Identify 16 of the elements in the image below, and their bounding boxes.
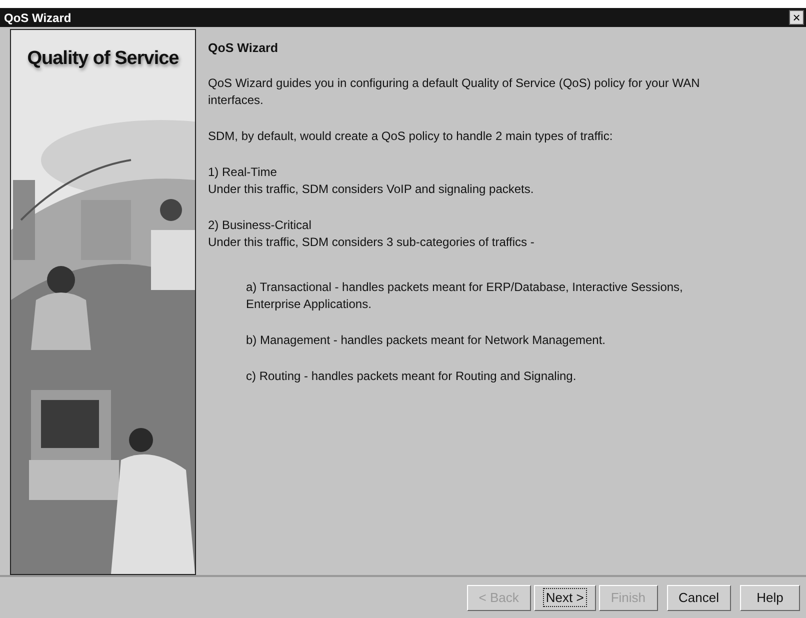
banner-title: Quality of Service bbox=[26, 48, 180, 70]
wizard-button[interactable]: Cancel bbox=[666, 584, 731, 611]
paragraph-text: SDM, by default, would create a QoS policy to handle 2 main types of traffic: bbox=[208, 128, 614, 146]
close-button[interactable]: × bbox=[789, 10, 804, 26]
paragraph-text: a) Transactional - handles packets meant for ERP/Database, Interactive Sessions, Enterprise Applications. bbox=[246, 279, 684, 314]
paragraph-text: QoS Wizard guides you in configuring a default Quality of Service (QoS) policy for your WAN interfaces. bbox=[208, 75, 701, 110]
paragraph-text: b) Management - handles packets meant for Network Management. bbox=[246, 332, 607, 350]
wizard-button[interactable]: Next > bbox=[534, 584, 596, 611]
paragraph-text: Under this traffic, SDM considers VoIP and signaling packets. bbox=[208, 181, 535, 198]
wizard-button[interactable]: Help bbox=[740, 584, 800, 611]
window-title: QoS Wizard bbox=[4, 10, 72, 25]
paragraph-text: Under this traffic, SDM considers 3 sub-categories of traffics - bbox=[208, 234, 536, 252]
page-heading: QoS Wizard bbox=[208, 41, 280, 56]
paragraph-text: 2) Business-Critical bbox=[208, 217, 312, 234]
paragraph-text: 1) Real-Time bbox=[208, 164, 278, 182]
paragraph-text: c) Routing - handles packets meant for Routing and Signaling. bbox=[246, 368, 578, 386]
